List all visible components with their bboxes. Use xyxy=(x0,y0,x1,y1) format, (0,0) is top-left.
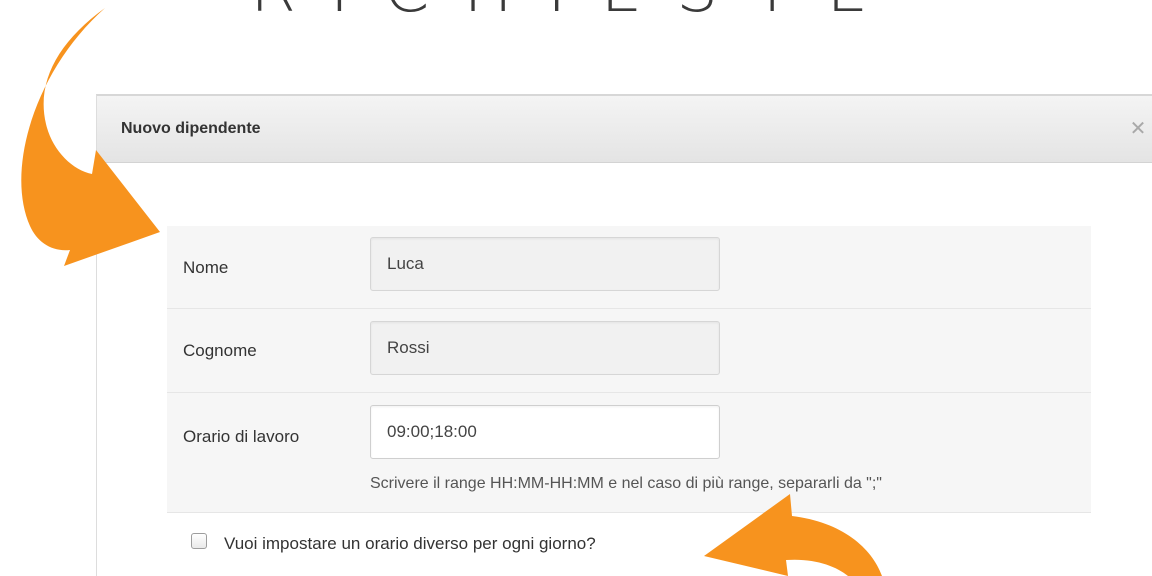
nome-input[interactable] xyxy=(370,237,720,291)
dialog-header: Nuovo dipendente ✕ xyxy=(97,96,1152,163)
form-row-nome: Nome xyxy=(167,226,1091,309)
dialog-title: Nuovo dipendente xyxy=(121,120,261,137)
nome-label: Nome xyxy=(183,258,229,277)
orario-label: Orario di lavoro xyxy=(183,427,300,446)
form-row-orario-diverso: Vuoi impostare un orario diverso per ogn… xyxy=(167,513,1091,576)
banner-title: RICHIESTE xyxy=(0,0,1152,22)
orario-input[interactable] xyxy=(370,405,720,459)
orario-diverso-label: Vuoi impostare un orario diverso per ogn… xyxy=(224,534,596,553)
form-row-cognome: Cognome xyxy=(167,309,1091,393)
screenshot: RICHIESTE Nuovo dipendente ✕ Nome Cognom… xyxy=(0,0,1152,576)
close-icon[interactable]: ✕ xyxy=(1125,116,1151,142)
form-row-orario: Orario di lavoro Scrivere il range HH:MM… xyxy=(167,393,1091,513)
orario-help-text: Scrivere il range HH:MM-HH:MM e nel caso… xyxy=(370,475,882,492)
cognome-label: Cognome xyxy=(183,341,257,360)
orario-diverso-checkbox[interactable] xyxy=(191,533,207,549)
cognome-input[interactable] xyxy=(370,321,720,375)
